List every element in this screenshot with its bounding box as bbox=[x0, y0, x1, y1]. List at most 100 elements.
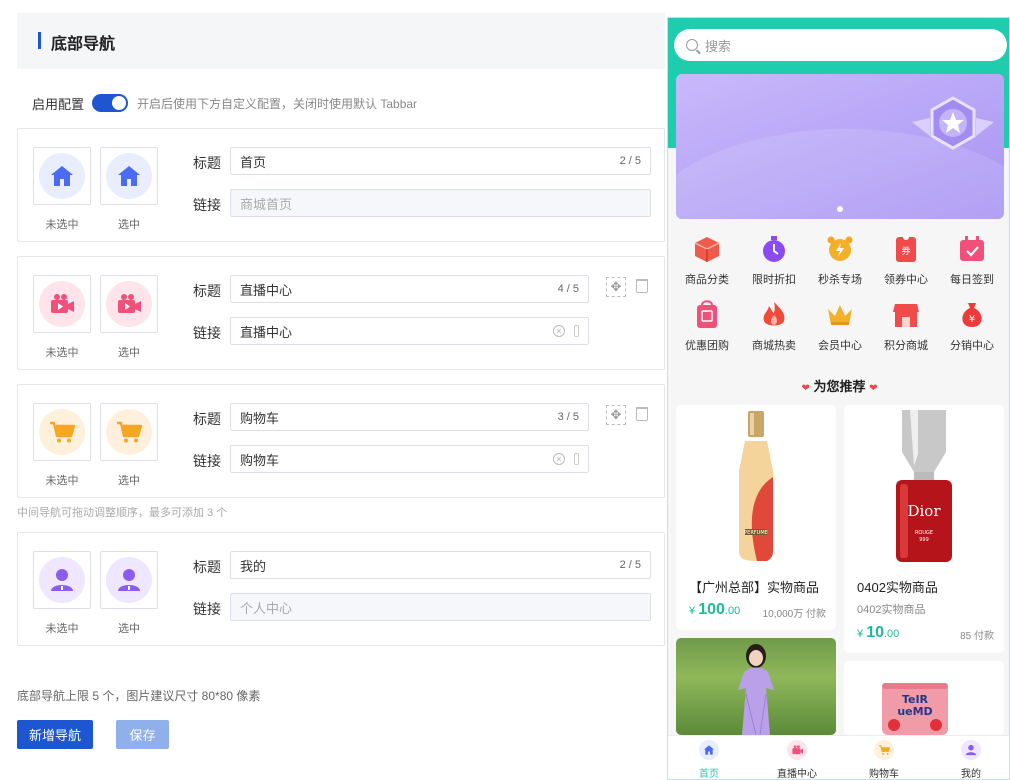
delete-icon[interactable] bbox=[636, 279, 648, 293]
snack-pack-image: TeIR ueMD bbox=[882, 683, 948, 735]
category-label: 商城热卖 bbox=[752, 340, 796, 352]
drag-move-icon[interactable]: ✥ bbox=[606, 277, 626, 297]
user-icon bbox=[106, 557, 152, 603]
drag-move-icon[interactable]: ✥ bbox=[606, 405, 626, 425]
perfume-image: PERFUME bbox=[739, 411, 773, 561]
title-input[interactable]: 首页 2 / 5 bbox=[230, 147, 651, 175]
category-item[interactable]: ¥ 分销中心 bbox=[939, 299, 1005, 353]
link-label: 链接 bbox=[193, 453, 221, 469]
category-label: 分销中心 bbox=[950, 340, 994, 352]
unselected-icon-upload[interactable] bbox=[33, 551, 91, 609]
search-placeholder: 搜索 bbox=[705, 38, 732, 54]
link-input: 商城首页 bbox=[230, 189, 651, 217]
title-value: 直播中心 bbox=[240, 282, 293, 298]
title-input[interactable]: 购物车 3 / 5 bbox=[230, 403, 589, 431]
nav-item-card: 未选中 选中 标题 首页 2 / 5 链接 商城首页 bbox=[17, 128, 665, 242]
title-value: 购物车 bbox=[240, 410, 280, 426]
category-item[interactable]: 每日签到 bbox=[939, 233, 1005, 287]
selected-icon-upload[interactable] bbox=[100, 403, 158, 461]
unselected-caption: 未选中 bbox=[45, 347, 79, 359]
link-input: 个人中心 bbox=[230, 593, 651, 621]
cart-icon bbox=[874, 740, 894, 760]
selected-icon-upload[interactable] bbox=[100, 147, 158, 205]
product-card[interactable]: TeIR ueMD bbox=[844, 661, 1004, 735]
product-card[interactable]: Dior ROUGE 999 0402实物商品 0402实物商品 ¥ 10.00… bbox=[844, 405, 1004, 653]
link-label: 链接 bbox=[193, 601, 221, 617]
title-label: 标题 bbox=[193, 155, 221, 171]
brand-text: Dior bbox=[907, 502, 941, 520]
home-icon bbox=[106, 153, 152, 199]
unselected-icon-upload[interactable] bbox=[33, 403, 91, 461]
heart-icon: ❤ bbox=[869, 383, 878, 394]
title-input[interactable]: 我的 2 / 5 bbox=[230, 551, 651, 579]
category-item[interactable]: 优惠团购 bbox=[674, 299, 740, 353]
category-label: 领券中心 bbox=[884, 274, 928, 286]
category-label: 限时折扣 bbox=[752, 274, 796, 286]
unselected-caption: 未选中 bbox=[45, 475, 79, 487]
title-value: 我的 bbox=[240, 558, 267, 574]
char-count: 4 / 5 bbox=[557, 283, 579, 295]
tab-home[interactable]: 首页 bbox=[674, 740, 744, 779]
mobile-preview: 搜索 商品分类 限时折扣 秒杀专场 券 领券中心 每日签到 优惠团购 商城热卖 … bbox=[667, 17, 1010, 780]
live-video-icon bbox=[787, 740, 807, 760]
enable-hint: 开启后使用下方自定义配置，关闭时使用默认 Tabbar bbox=[137, 96, 418, 111]
link-picker-icon[interactable] bbox=[574, 453, 579, 465]
shade-name: ROUGE bbox=[915, 530, 933, 536]
selected-caption: 选中 bbox=[118, 475, 140, 487]
link-value: 个人中心 bbox=[240, 600, 293, 616]
add-nav-button[interactable]: 新增导航 bbox=[17, 720, 93, 749]
product-subtitle: 0402实物商品 bbox=[857, 604, 926, 616]
unselected-icon-upload[interactable] bbox=[33, 147, 91, 205]
link-input[interactable]: 购物车 ✕ bbox=[230, 445, 589, 473]
product-card[interactable] bbox=[676, 638, 836, 735]
carousel-dot[interactable] bbox=[837, 206, 843, 212]
clear-icon[interactable]: ✕ bbox=[553, 325, 565, 337]
store-icon bbox=[890, 299, 922, 331]
group-buy-icon bbox=[691, 299, 723, 331]
link-value: 购物车 bbox=[240, 452, 280, 468]
model-photo-image bbox=[738, 644, 774, 735]
category-item[interactable]: 券 领券中心 bbox=[873, 233, 939, 287]
category-item[interactable]: 会员中心 bbox=[807, 299, 873, 353]
tab-mine[interactable]: 我的 bbox=[936, 740, 1006, 779]
shade-number: 999 bbox=[919, 537, 929, 543]
selected-caption: 选中 bbox=[118, 623, 140, 635]
tab-label: 直播中心 bbox=[777, 769, 817, 780]
unselected-icon-upload[interactable] bbox=[33, 275, 91, 333]
toggle-knob bbox=[112, 96, 127, 110]
crown-icon bbox=[824, 299, 856, 331]
coupon-icon: 券 bbox=[890, 233, 922, 265]
selected-icon-upload[interactable] bbox=[100, 275, 158, 333]
link-label: 链接 bbox=[193, 197, 221, 213]
product-card[interactable]: PERFUME 【广州总部】实物商品 ¥ 100.00 10,000万 付款 bbox=[676, 405, 836, 630]
category-item[interactable]: 商品分类 bbox=[674, 233, 740, 287]
unselected-caption: 未选中 bbox=[45, 623, 79, 635]
cart-icon bbox=[106, 409, 152, 455]
tab-live[interactable]: 直播中心 bbox=[762, 740, 832, 780]
category-label: 商品分类 bbox=[685, 274, 729, 286]
cart-icon bbox=[39, 409, 85, 455]
enable-toggle[interactable] bbox=[92, 94, 129, 112]
nav-item-card: 未选中 选中 标题 我的 2 / 5 链接 个人中心 bbox=[17, 532, 665, 646]
badge-icon bbox=[912, 96, 994, 150]
link-value: 商城首页 bbox=[240, 196, 293, 212]
delete-icon[interactable] bbox=[636, 407, 648, 421]
clear-icon[interactable]: ✕ bbox=[553, 453, 565, 465]
banner-carousel[interactable] bbox=[676, 74, 1004, 219]
link-input[interactable]: 直播中心 ✕ bbox=[230, 317, 589, 345]
category-item[interactable]: 限时折扣 bbox=[741, 233, 807, 287]
category-item[interactable]: 商城热卖 bbox=[741, 299, 807, 353]
unselected-caption: 未选中 bbox=[45, 219, 79, 231]
title-input[interactable]: 直播中心 4 / 5 bbox=[230, 275, 589, 303]
category-label: 优惠团购 bbox=[685, 340, 729, 352]
search-input[interactable]: 搜索 bbox=[674, 29, 1007, 61]
category-label: 秒杀专场 bbox=[818, 274, 862, 286]
category-item[interactable]: 积分商城 bbox=[873, 299, 939, 353]
selected-icon-upload[interactable] bbox=[100, 551, 158, 609]
category-item[interactable]: 秒杀专场 bbox=[807, 233, 873, 287]
tab-cart[interactable]: 购物车 bbox=[849, 740, 919, 779]
save-button[interactable]: 保存 bbox=[116, 720, 169, 749]
link-picker-icon[interactable] bbox=[574, 325, 579, 337]
title-label: 标题 bbox=[193, 411, 221, 427]
recommend-title: 为您推荐 bbox=[813, 379, 866, 394]
